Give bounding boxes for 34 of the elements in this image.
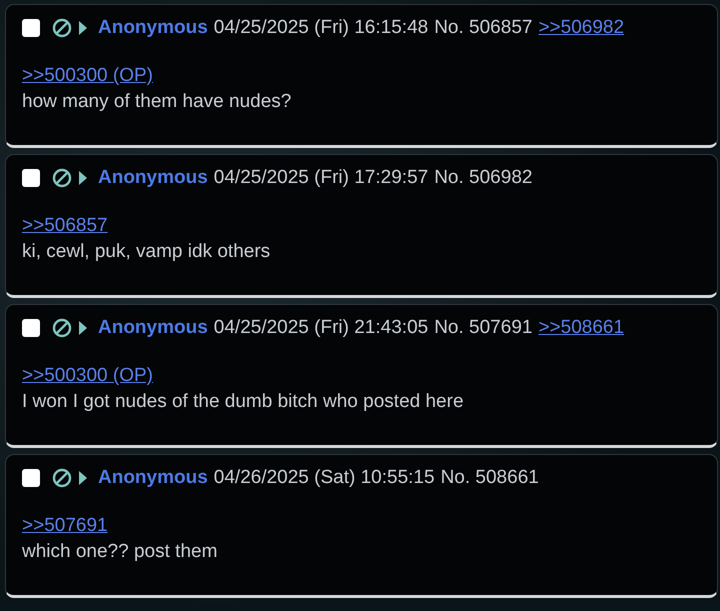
poster-name: Anonymous xyxy=(98,167,208,189)
post-number: No. 507691 xyxy=(434,317,532,339)
hide-icon[interactable] xyxy=(52,468,72,488)
hide-icon[interactable] xyxy=(52,18,72,38)
post-number: No. 506982 xyxy=(434,167,532,189)
reply-link[interactable]: >>508661 xyxy=(538,317,624,339)
post-datetime: 04/25/2025 (Fri) 21:43:05 xyxy=(214,317,428,339)
post-message: which one?? post them xyxy=(22,541,218,563)
hide-icon[interactable] xyxy=(52,168,72,188)
checkbox[interactable] xyxy=(22,319,40,337)
poster-name: Anonymous xyxy=(98,17,208,39)
checkbox[interactable] xyxy=(22,469,40,487)
post-message: how many of them have nudes? xyxy=(22,91,292,113)
post-message: ki, cewl, puk, vamp idk others xyxy=(22,241,272,263)
checkbox[interactable] xyxy=(22,169,40,187)
poster-name: Anonymous xyxy=(98,317,208,339)
post-datetime: 04/26/2025 (Sat) 10:55:15 xyxy=(214,467,435,489)
post-number: No. 508661 xyxy=(440,467,539,489)
post-datetime: 04/25/2025 (Fri) 17:29:57 xyxy=(214,167,428,189)
quote-link[interactable]: >>506857 xyxy=(22,215,108,236)
poster-name: Anonymous xyxy=(98,467,208,489)
expand-icon[interactable] xyxy=(78,170,88,186)
hide-icon[interactable] xyxy=(52,318,72,338)
post-message: I won I got nudes of the dumb bitch who posted here xyxy=(22,391,465,413)
expand-icon[interactable] xyxy=(78,320,88,336)
expand-icon[interactable] xyxy=(78,470,88,486)
quote-link[interactable]: >>500300 (OP) xyxy=(22,365,153,386)
quote-link[interactable]: >>507691 xyxy=(22,515,108,536)
expand-icon[interactable] xyxy=(78,20,88,36)
quote-link[interactable]: >>500300 (OP) xyxy=(22,65,153,86)
checkbox[interactable] xyxy=(22,19,40,37)
reply-link[interactable]: >>506982 xyxy=(538,17,624,39)
post-datetime: 04/25/2025 (Fri) 16:15:48 xyxy=(214,17,428,39)
post-number: No. 506857 xyxy=(434,17,532,39)
